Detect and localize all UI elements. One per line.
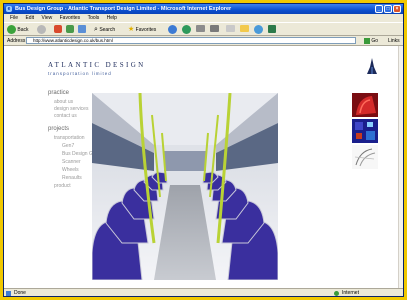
folder-button[interactable] [240,25,249,34]
nav-subitem-wheels[interactable]: Wheels [62,167,79,173]
forward-arrow-icon [37,25,46,34]
status-bar: Done Internet [4,288,403,296]
maximize-icon[interactable]: □ [384,5,392,13]
minimize-icon[interactable]: _ [375,5,383,13]
page-done-icon [6,291,11,296]
site-logo-subtitle: transportation limited [48,71,112,76]
page-content: ATLANTIC DESIGN transportation limited p… [4,46,398,288]
nav-subitem-renaults[interactable]: Renaults [62,175,82,181]
menu-view[interactable]: View [41,15,52,21]
home-button[interactable] [78,25,86,34]
links-button[interactable]: Links [388,37,400,45]
menu-file[interactable]: File [10,15,18,21]
internet-zone-icon [334,291,339,296]
search-icon: ⌕ [94,26,98,33]
zone-text: Internet [342,290,359,296]
print-button[interactable] [210,25,219,34]
status-text: Done [14,290,26,296]
menu-help[interactable]: Help [107,15,117,21]
address-bar: Address http://www.atlanticdesign.co.uk/… [4,36,403,46]
nav-item-product[interactable]: product [54,183,71,189]
browser-window: e Bus Design Group - Atlantic Transport … [3,3,404,297]
history-button[interactable] [182,25,191,34]
close-icon[interactable]: × [393,5,401,13]
media-icon [168,25,177,34]
menu-bar: File Edit View Favorites Tools Help [4,14,403,22]
menu-tools[interactable]: Tools [88,15,100,21]
go-arrow-icon [364,37,370,44]
menu-favorites[interactable]: Favorites [60,15,81,21]
nav-item-about-us[interactable]: about us [54,99,73,105]
go-button[interactable]: Go [364,37,378,45]
forward-button[interactable] [37,25,46,34]
address-label: Address [7,38,26,44]
extra-icon [268,25,276,33]
thumbnail-blue-pattern[interactable] [352,119,378,143]
messenger-icon [254,25,263,34]
refresh-icon [66,25,74,33]
nav-subitem-scanner[interactable]: Scanner [62,159,81,165]
logo-mark-icon [367,58,377,74]
mail-icon [196,25,205,33]
stop-button[interactable] [54,25,62,34]
back-button[interactable]: Back [7,25,29,34]
vertical-scrollbar[interactable] [398,46,403,288]
extra-button[interactable] [268,25,276,34]
thumbnail-red-seat[interactable] [352,93,378,117]
toolbar: Back ⌕ Search ★ Favorites [4,22,403,36]
home-icon [78,25,86,33]
folder-icon [240,25,249,33]
print-icon [210,25,219,33]
stop-icon [54,25,62,33]
media-button[interactable] [168,25,177,34]
menu-edit[interactable]: Edit [25,15,34,21]
thumbnail-sketch[interactable] [352,145,378,169]
star-icon: ★ [128,26,135,33]
search-button[interactable]: ⌕ Search [94,25,115,34]
site-logo-title[interactable]: ATLANTIC DESIGN [48,61,146,69]
title-bar: e Bus Design Group - Atlantic Transport … [4,4,403,14]
window-title: Bus Design Group - Atlantic Transport De… [15,6,232,12]
nav-heading-practice: practice [48,90,70,96]
ie-logo-icon: e [6,6,12,12]
mail-button[interactable] [196,25,205,34]
history-icon [182,25,191,34]
nav-item-design-services[interactable]: design services [54,106,88,112]
nav-item-transportation[interactable]: transportation [54,135,85,141]
nav-heading-projects: projects [48,126,70,132]
address-input[interactable]: http://www.atlanticdesign.co.uk/bus.html [26,37,356,44]
nav-item-contact-us[interactable]: contact us [54,113,77,119]
messenger-button[interactable] [254,25,263,34]
edit-icon [226,25,235,33]
refresh-button[interactable] [66,25,74,34]
favorites-button[interactable]: ★ Favorites [128,25,156,34]
back-arrow-icon [7,25,16,34]
edit-button[interactable] [226,25,235,34]
bus-interior-photo [92,93,278,280]
nav-subitem-gen7[interactable]: Gen7 [62,143,74,149]
